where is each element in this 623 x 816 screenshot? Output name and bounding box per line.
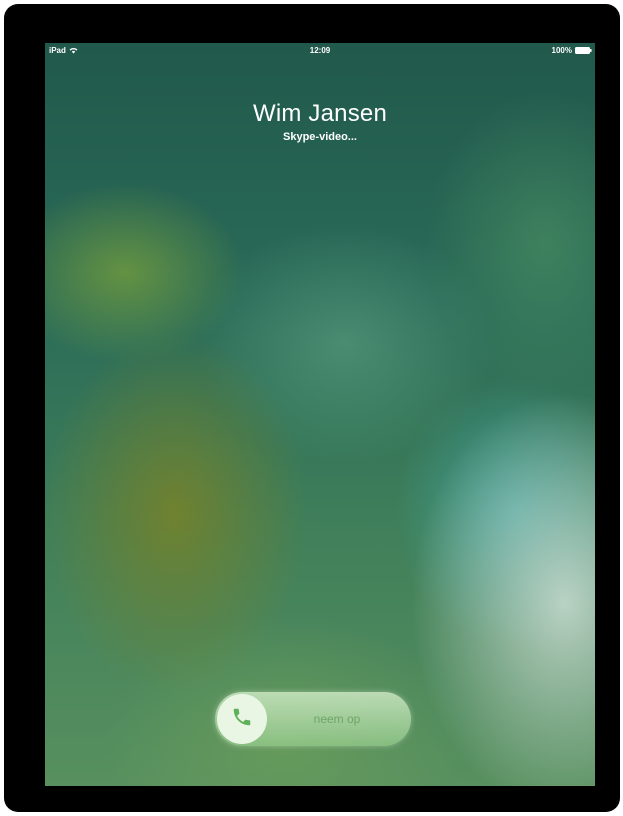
status-time: 12:09 bbox=[309, 46, 331, 55]
battery-percentage: 100% bbox=[551, 46, 572, 55]
caller-info: Wim Jansen Skype-video... bbox=[45, 99, 595, 145]
answer-knob[interactable] bbox=[217, 694, 267, 744]
device-frame: iPad 12:09 100% Wim Jansen Skype-video..… bbox=[4, 4, 620, 812]
phone-icon bbox=[231, 706, 253, 733]
slide-to-answer-slider[interactable]: neem op bbox=[215, 692, 411, 746]
call-type-label: Skype-video... bbox=[283, 131, 357, 143]
battery-icon bbox=[575, 47, 592, 54]
lock-screen: iPad 12:09 100% Wim Jansen Skype-video..… bbox=[45, 43, 595, 786]
status-right: 100% bbox=[552, 46, 592, 55]
caller-name: Wim Jansen bbox=[252, 100, 388, 127]
status-bar: iPad 12:09 100% bbox=[45, 43, 595, 59]
wallpaper bbox=[45, 43, 595, 786]
answer-label: neem op bbox=[313, 712, 361, 726]
